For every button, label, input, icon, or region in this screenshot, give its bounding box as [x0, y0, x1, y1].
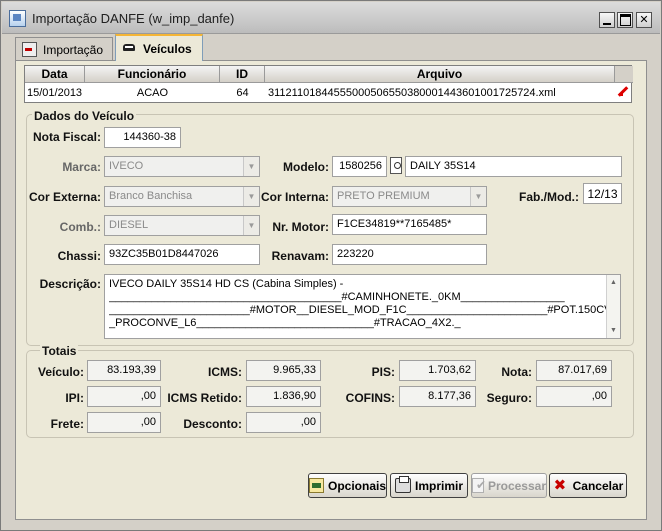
cor-externa-value: Branco Banchisa: [109, 190, 193, 202]
renavam-label: Renavam:: [271, 249, 329, 263]
descricao-line: IVECO DAILY 35S14 HD CS (Cabina Simples)…: [109, 278, 344, 290]
processar-button-label: Processar: [487, 478, 546, 493]
processar-button[interactable]: Processar: [471, 473, 547, 498]
icms-label: ICMS:: [208, 365, 242, 379]
imprimir-button[interactable]: Imprimir: [390, 473, 468, 498]
fab-mod-field[interactable]: 12/13: [583, 183, 622, 204]
cell-arquivo[interactable]: 3112110184455500050655038000144360100172…: [268, 84, 613, 101]
fab-mod-label: Fab./Mod.:: [519, 190, 579, 204]
modelo-code-field[interactable]: 1580256: [332, 156, 387, 177]
chevron-down-icon[interactable]: ▼: [243, 216, 259, 235]
marca-label: Marca:: [62, 160, 101, 174]
icms-retido-total-field[interactable]: 1.836,90: [246, 386, 321, 407]
minimize-button[interactable]: [599, 12, 615, 28]
files-table: Data Funcionário ID Arquivo 15/01/2013 A…: [24, 65, 633, 103]
cor-interna-select[interactable]: PRETO PREMIUM: [332, 186, 487, 207]
nota-total-field[interactable]: 87.017,69: [536, 360, 612, 381]
nr-motor-label: Nr. Motor:: [272, 220, 329, 234]
opcionais-button-label: Opcionais: [327, 478, 386, 493]
maximize-button[interactable]: [617, 12, 633, 28]
frete-total-field[interactable]: ,00: [87, 412, 161, 433]
modelo-label: Modelo:: [283, 160, 329, 174]
cell-data[interactable]: 15/01/2013: [27, 84, 85, 101]
app-window-icon: [9, 10, 26, 27]
descricao-line: _PROCONVE_L6____________________________…: [109, 317, 461, 329]
desconto-label: Desconto:: [183, 417, 242, 431]
table-header-endcap: [615, 66, 633, 83]
cor-interna-label: Cor Interna:: [260, 190, 329, 204]
marca-select[interactable]: IVECO: [104, 156, 260, 177]
column-header-id[interactable]: ID: [220, 66, 265, 83]
tab-importacao-label: Importação: [43, 42, 104, 57]
printer-icon: [394, 476, 411, 493]
cofins-label: COFINS:: [345, 391, 395, 405]
desconto-total-field[interactable]: ,00: [246, 412, 321, 433]
tab-veiculos-label: Veículos: [143, 41, 192, 56]
veiculo-total-field[interactable]: 83.193,39: [87, 360, 161, 381]
tab-importacao[interactable]: Importação: [15, 37, 113, 61]
cancel-x-icon: [553, 476, 569, 494]
cell-funcionario[interactable]: ACAO: [85, 84, 220, 101]
vehicle-data-title: Dados do Veículo: [32, 109, 137, 123]
tab-veiculos[interactable]: Veículos: [115, 34, 203, 61]
import-icon: [22, 42, 37, 57]
chevron-down-icon[interactable]: ▼: [470, 187, 486, 206]
chassi-label: Chassi:: [57, 249, 101, 263]
descricao-line: ______________________________________#C…: [109, 291, 565, 303]
comb-select[interactable]: DIESEL: [104, 215, 260, 236]
column-header-funcionario[interactable]: Funcionário: [85, 66, 220, 83]
cor-interna-value: PRETO PREMIUM: [337, 190, 430, 202]
nota-fiscal-field[interactable]: 144360-38: [104, 127, 181, 148]
close-button[interactable]: ✕: [636, 12, 652, 28]
row-status-icon: [617, 85, 629, 97]
column-header-data[interactable]: Data: [25, 66, 85, 83]
descricao-scrollbar[interactable]: [606, 275, 620, 338]
window-title: Importação DANFE (w_imp_danfe): [32, 11, 235, 26]
nr-motor-field[interactable]: F1CE34819**7165485*: [332, 214, 487, 235]
title-bar: Importação DANFE (w_imp_danfe) ✕: [2, 2, 660, 34]
ipi-label: IPI:: [65, 391, 84, 405]
marca-value: IVECO: [109, 160, 144, 172]
modelo-desc-field[interactable]: DAILY 35S14: [405, 156, 622, 177]
descricao-line: _______________________#MOTOR__DIESEL_MO…: [109, 304, 616, 316]
vehicle-icon: [122, 41, 137, 56]
ipi-total-field[interactable]: ,00: [87, 386, 161, 407]
comb-value: DIESEL: [109, 219, 149, 231]
seguro-total-field[interactable]: ,00: [536, 386, 612, 407]
cor-externa-select[interactable]: Branco Banchisa: [104, 186, 260, 207]
descricao-label: Descrição:: [39, 277, 101, 291]
nota-fiscal-label: Nota Fiscal:: [32, 130, 101, 144]
pis-total-field[interactable]: 1.703,62: [399, 360, 476, 381]
frete-label: Frete:: [50, 417, 84, 431]
opcionais-button[interactable]: Opcionais: [308, 473, 387, 498]
imprimir-button-label: Imprimir: [414, 478, 463, 493]
lookup-icon[interactable]: [390, 157, 402, 174]
nota-label: Nota:: [501, 365, 532, 379]
cor-externa-label: Cor Externa:: [28, 190, 101, 204]
renavam-field[interactable]: 223220: [332, 244, 487, 265]
totals-title: Totais: [40, 344, 79, 358]
cancelar-button-label: Cancelar: [572, 478, 624, 493]
check-icon: [472, 478, 486, 493]
import-danfe-window: Importação DANFE (w_imp_danfe) ✕ Importa…: [0, 0, 662, 531]
seguro-label: Seguro:: [486, 391, 532, 405]
column-header-arquivo[interactable]: Arquivo: [265, 66, 615, 83]
cofins-total-field[interactable]: 8.177,36: [399, 386, 476, 407]
comb-label: Comb.:: [59, 220, 101, 234]
chevron-down-icon[interactable]: ▼: [243, 157, 259, 176]
veiculo-label: Veículo:: [37, 365, 84, 379]
cell-id[interactable]: 64: [220, 84, 265, 101]
descricao-textarea[interactable]: IVECO DAILY 35S14 HD CS (Cabina Simples)…: [104, 274, 621, 339]
options-icon: [309, 478, 324, 493]
icms-retido-label: ICMS Retido:: [167, 391, 242, 405]
icms-total-field[interactable]: 9.965,33: [246, 360, 321, 381]
pis-label: PIS:: [371, 365, 395, 379]
cancelar-button[interactable]: Cancelar: [549, 473, 627, 498]
chassi-field[interactable]: 93ZC35B01D8447026: [104, 244, 260, 265]
